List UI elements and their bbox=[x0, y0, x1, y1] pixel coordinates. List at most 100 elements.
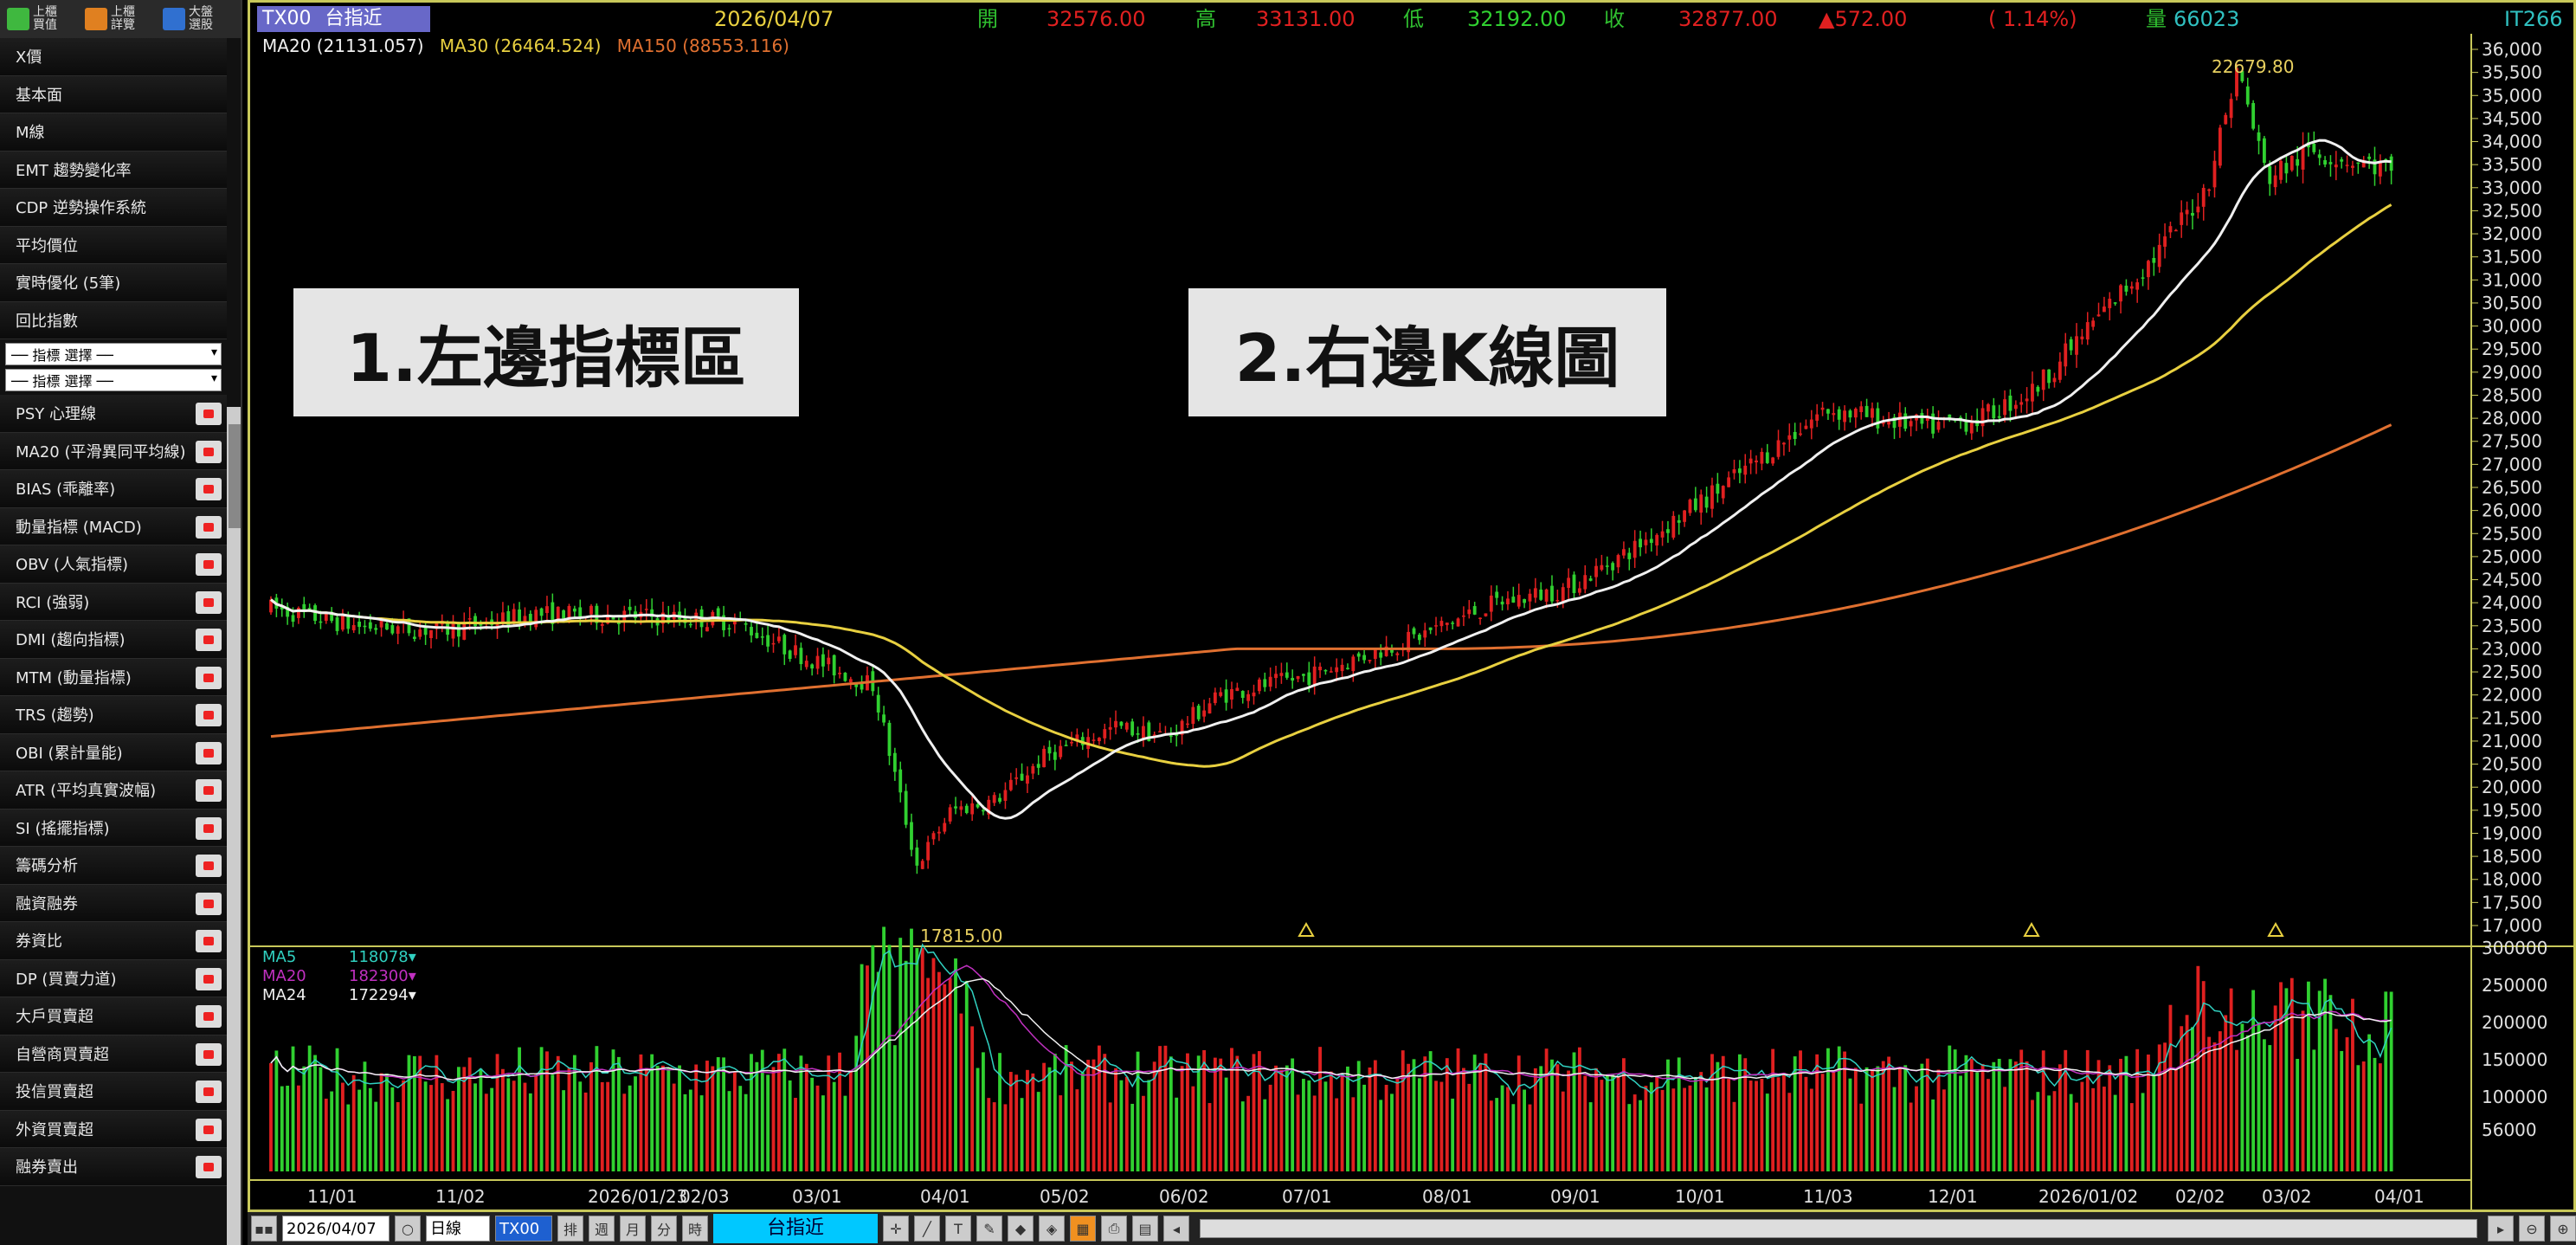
volume-bar bbox=[512, 1081, 516, 1171]
indicator-toggle-icon[interactable] bbox=[196, 855, 222, 877]
sidebar-item-indicator[interactable]: 自營商買賣超 bbox=[0, 1035, 227, 1073]
candle-body bbox=[1721, 486, 1725, 499]
sidebar-item-indicator[interactable]: PSY 心理線 bbox=[0, 395, 227, 433]
menu-icon[interactable]: ▪▪ bbox=[251, 1216, 277, 1242]
sidebar-item-indicator[interactable]: MTM (動量指標) bbox=[0, 658, 227, 696]
date-tick-label: 2026/01/02 bbox=[2038, 1186, 2138, 1207]
price-tick-label: 33,500 bbox=[2482, 154, 2542, 175]
period-button-week[interactable]: 週 bbox=[589, 1216, 615, 1242]
sidebar-item-indicator[interactable]: 外資買賣超 bbox=[0, 1110, 227, 1148]
sidebar-item-indicator[interactable]: SI (搖擺指標) bbox=[0, 809, 227, 847]
period-button-minute[interactable]: 分 bbox=[651, 1216, 677, 1242]
indicator-toggle-icon[interactable] bbox=[196, 704, 222, 726]
volume-bar bbox=[1296, 1094, 1300, 1171]
sidebar-top-button-market-pick[interactable]: 大盤 選股 bbox=[163, 3, 235, 35]
pen-icon[interactable]: ✎ bbox=[976, 1216, 1002, 1242]
indicator-toggle-icon[interactable] bbox=[196, 741, 222, 764]
sidebar-item-indicator[interactable]: TRS (趨勢) bbox=[0, 696, 227, 734]
horizontal-line-icon[interactable]: T bbox=[945, 1216, 971, 1242]
volume-bar bbox=[2201, 981, 2206, 1171]
indicator-toggle-icon[interactable] bbox=[196, 892, 222, 915]
sidebar-scrollbar[interactable] bbox=[227, 407, 241, 1245]
eraser-icon[interactable]: ◈ bbox=[1039, 1216, 1065, 1242]
calendar-icon[interactable]: ○ bbox=[395, 1216, 421, 1242]
sidebar-item-indicator[interactable]: 融資融券 bbox=[0, 884, 227, 922]
layout-icon[interactable]: ▤ bbox=[1132, 1216, 1158, 1242]
chart-horizontal-scrollbar[interactable] bbox=[1200, 1219, 2477, 1238]
indicator-toggle-icon[interactable] bbox=[196, 629, 222, 651]
indicator-toggle-icon[interactable] bbox=[196, 515, 222, 539]
grid-icon[interactable]: ▦ bbox=[1070, 1216, 1096, 1242]
candle-body bbox=[788, 650, 792, 660]
indicator-toggle-icon[interactable] bbox=[196, 1081, 222, 1103]
indicator-toggle-icon[interactable] bbox=[196, 403, 222, 425]
sidebar-item-top[interactable]: CDP 逆勢操作系統 bbox=[0, 189, 227, 227]
date-picker[interactable]: 2026/04/07 bbox=[282, 1216, 390, 1242]
kline-chart-svg[interactable]: 36,00035,50035,00034,500 34,00033,50033,0… bbox=[250, 3, 2573, 1210]
sidebar-item-top[interactable]: 實時優化 (5筆) bbox=[0, 264, 227, 302]
instrument-name[interactable]: 台指近 bbox=[713, 1214, 878, 1243]
indicator-toggle-icon[interactable] bbox=[196, 1042, 222, 1066]
period-button-month[interactable]: 月 bbox=[620, 1216, 646, 1242]
volume-bar bbox=[1070, 1061, 1073, 1171]
volume-bar bbox=[523, 1082, 527, 1171]
sidebar-item-indicator[interactable]: 券資比 bbox=[0, 922, 227, 960]
sidebar-item-indicator[interactable]: 籌碼分析 bbox=[0, 847, 227, 885]
sidebar-item-top[interactable]: 平均價位 bbox=[0, 226, 227, 264]
crosshair-icon[interactable]: ✛ bbox=[883, 1216, 909, 1242]
scroll-left-icon[interactable]: ◂ bbox=[1163, 1216, 1189, 1242]
zoom-in-icon[interactable]: ⊕ bbox=[2550, 1216, 2576, 1242]
sidebar-item-indicator[interactable]: MA20 (平滑異同平均線) bbox=[0, 432, 227, 470]
sidebar-item-top[interactable]: 基本面 bbox=[0, 75, 227, 113]
sidebar-item-indicator[interactable]: 動量指標 (MACD) bbox=[0, 507, 227, 545]
line-draw-icon[interactable]: ╱ bbox=[914, 1216, 940, 1242]
sidebar-item-indicator[interactable]: DP (買賣力道) bbox=[0, 959, 227, 997]
sidebar-item-indicator[interactable]: 融券賣出 bbox=[0, 1148, 227, 1186]
volume-bar bbox=[1820, 1074, 1825, 1171]
indicator-select-2[interactable]: ── 指標 選擇 ── bbox=[5, 369, 222, 391]
sidebar-scrollbar-thumb[interactable] bbox=[229, 424, 241, 528]
indicator-toggle-icon[interactable] bbox=[196, 1005, 222, 1028]
sidebar-top-button-otc-detail[interactable]: 上櫃 詳覽 bbox=[85, 3, 158, 35]
sidebar-item-indicator[interactable]: 投信買賣超 bbox=[0, 1073, 227, 1111]
candle-body bbox=[1142, 726, 1145, 739]
indicator-toggle-icon[interactable] bbox=[196, 478, 222, 500]
sidebar-item-indicator[interactable]: OBI (累計量能) bbox=[0, 733, 227, 771]
sidebar-item-indicator[interactable]: ATR (平均真實波幅) bbox=[0, 771, 227, 810]
indicator-toggle-icon[interactable] bbox=[196, 553, 222, 576]
indicator-toggle-icon[interactable] bbox=[196, 440, 222, 463]
period-button-row[interactable]: 排 bbox=[557, 1216, 583, 1242]
sidebar-item-indicator[interactable]: 大戶買賣超 bbox=[0, 997, 227, 1035]
indicator-toggle-icon[interactable] bbox=[196, 590, 222, 614]
sidebar-item-indicator[interactable]: DMI (趨向指標) bbox=[0, 621, 227, 659]
sidebar-item-top[interactable]: M線 bbox=[0, 113, 227, 152]
candle-body bbox=[346, 616, 351, 629]
indicator-toggle-icon[interactable] bbox=[196, 666, 222, 689]
volume-bar bbox=[1511, 1104, 1516, 1171]
zoom-out-icon[interactable]: ⊖ bbox=[2519, 1216, 2545, 1242]
symbol-input[interactable]: TX00 bbox=[495, 1216, 552, 1242]
indicator-toggle-icon[interactable] bbox=[196, 816, 222, 840]
volume-bar bbox=[1859, 1103, 1864, 1171]
volume-bar bbox=[286, 1085, 290, 1171]
period-button-time[interactable]: 時 bbox=[682, 1216, 708, 1242]
sidebar-item-indicator[interactable]: OBV (人氣指標) bbox=[0, 545, 227, 584]
indicator-toggle-icon[interactable] bbox=[196, 967, 222, 990]
scroll-right-icon[interactable]: ▸ bbox=[2488, 1216, 2514, 1242]
sidebar-top-button-otc-value[interactable]: 上櫃 買值 bbox=[7, 3, 80, 35]
sidebar-item-indicator[interactable]: RCI (強弱) bbox=[0, 583, 227, 621]
sidebar-item-top[interactable]: X價 bbox=[0, 38, 227, 76]
shape-icon[interactable]: ◆ bbox=[1008, 1216, 1034, 1242]
indicator-toggle-icon[interactable] bbox=[196, 779, 222, 802]
sidebar-item-top[interactable]: EMT 趨勢變化率 bbox=[0, 151, 227, 189]
indicator-toggle-icon[interactable] bbox=[196, 930, 222, 952]
indicator-toggle-icon[interactable] bbox=[196, 1156, 222, 1178]
period-select[interactable]: 日線 bbox=[426, 1216, 490, 1242]
sidebar-item-top[interactable]: 回比指數 bbox=[0, 301, 227, 339]
indicator-select-1[interactable]: ── 指標 選擇 ── bbox=[5, 343, 222, 365]
sidebar-item-indicator[interactable]: BIAS (乖離率) bbox=[0, 470, 227, 508]
volume-bar bbox=[1484, 1053, 1488, 1171]
indicator-toggle-icon[interactable] bbox=[196, 1118, 222, 1141]
print-icon[interactable]: ⎙ bbox=[1101, 1216, 1127, 1242]
candle-body bbox=[794, 645, 797, 655]
